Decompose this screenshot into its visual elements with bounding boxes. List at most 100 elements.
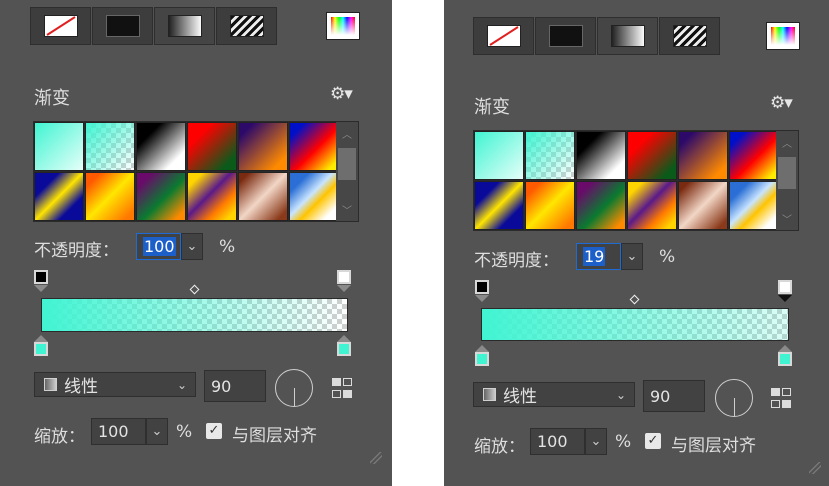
midpoint-diamond[interactable] (189, 284, 200, 295)
preset-swatch-chrome[interactable] (289, 172, 339, 221)
opacity-stop-right[interactable] (337, 270, 351, 284)
opacity-stop-left[interactable] (34, 270, 48, 284)
preset-swatch-copper[interactable] (678, 181, 728, 230)
gradient-fill-button[interactable] (597, 17, 658, 55)
preset-swatch-violet-orange[interactable] (238, 122, 288, 171)
preset-swatch-fill (239, 173, 287, 220)
color-picker-icon (331, 17, 355, 35)
scale-label: 缩放： (474, 437, 525, 457)
preset-swatch-chrome[interactable] (729, 181, 779, 230)
preset-swatch-aqua-white[interactable] (34, 122, 84, 171)
solid-fill-icon (105, 15, 140, 37)
preset-swatch-red-green[interactable] (187, 122, 237, 171)
preset-scrollbar[interactable]: ︿ ﹀ (336, 122, 358, 221)
opacity-stop-left-pointer (34, 285, 48, 292)
preset-swatch-aqua-white[interactable] (474, 131, 524, 180)
solid-fill-button[interactable] (535, 17, 596, 55)
scroll-down-icon[interactable]: ﹀ (336, 202, 358, 217)
angle-dial-icon[interactable] (275, 369, 313, 407)
preset-swatch-aqua-transparent[interactable] (525, 131, 575, 180)
preset-swatch-black-white[interactable] (576, 131, 626, 180)
section-title: 渐变 (474, 97, 510, 118)
preset-swatch-blue-yellow-blue[interactable] (34, 172, 84, 221)
scroll-up-icon[interactable]: ︿ (776, 135, 798, 150)
gear-icon[interactable]: ⚙▾ (770, 93, 793, 113)
preset-swatch-fill (679, 182, 727, 229)
color-picker-button[interactable] (766, 22, 800, 50)
opacity-input[interactable]: 19 (576, 243, 621, 270)
gradient-bar[interactable] (481, 308, 789, 341)
opacity-stop-right[interactable] (778, 280, 792, 294)
angle-input[interactable]: 90 (643, 380, 705, 412)
preset-swatch-violet-orange[interactable] (678, 131, 728, 180)
opacity-dropdown-button[interactable]: ⌄ (621, 243, 643, 270)
scroll-thumb[interactable] (338, 148, 356, 180)
opacity-dropdown-button[interactable]: ⌄ (181, 233, 203, 260)
scale-input[interactable]: 100 (530, 428, 585, 455)
pattern-fill-button[interactable] (216, 7, 277, 45)
preset-swatch-yellow-violet-orange[interactable] (627, 181, 677, 230)
opacity-input[interactable]: 100 (136, 233, 181, 260)
preset-swatch-violet-green-orange[interactable] (136, 172, 186, 221)
scroll-up-icon[interactable]: ︿ (336, 126, 358, 141)
resize-grip-icon[interactable] (809, 462, 821, 474)
align-checkbox[interactable]: ✓ (645, 433, 661, 449)
preset-scrollbar[interactable]: ︿ ﹀ (776, 131, 798, 230)
no-fill-icon (486, 25, 521, 47)
midpoint-diamond[interactable] (629, 294, 640, 305)
color-stop-right[interactable] (778, 352, 792, 366)
gear-icon[interactable]: ⚙▾ (330, 84, 353, 104)
align-icon[interactable] (330, 376, 354, 400)
angle-needle (294, 388, 295, 406)
no-fill-icon (43, 15, 78, 37)
scroll-thumb[interactable] (778, 157, 796, 189)
solid-fill-button[interactable] (92, 7, 153, 45)
preset-swatch-fill (526, 182, 574, 229)
color-picker-button[interactable] (326, 12, 360, 40)
preset-swatch-orange-yellow-orange[interactable] (85, 172, 135, 221)
resize-grip-icon[interactable] (370, 452, 382, 464)
preset-swatch-fill (35, 173, 83, 220)
preset-swatch-aqua-transparent[interactable] (85, 122, 135, 171)
preset-swatch-fill (730, 132, 778, 179)
angle-needle (734, 398, 735, 416)
color-stop-right-pointer (778, 345, 792, 352)
preset-swatch-blue-yellow-blue[interactable] (474, 181, 524, 230)
gradient-bar-fill (482, 309, 788, 340)
preset-swatch-yellow-violet-orange[interactable] (187, 172, 237, 221)
preset-swatch-black-white[interactable] (136, 122, 186, 171)
align-label: 与图层对齐 (671, 436, 756, 456)
angle-input[interactable]: 90 (204, 370, 266, 402)
no-fill-button[interactable] (30, 7, 91, 45)
preset-swatch-fill (239, 123, 287, 170)
color-stop-right[interactable] (337, 342, 351, 356)
gradient-bar[interactable] (41, 298, 348, 332)
scale-input[interactable]: 100 (91, 418, 146, 445)
opacity-stop-left[interactable] (475, 280, 489, 294)
scroll-down-icon[interactable]: ﹀ (776, 211, 798, 226)
gradient-style-select[interactable]: 线性 ⌄ (473, 382, 635, 407)
gradient-fill-button[interactable] (154, 7, 215, 45)
align-checkbox[interactable]: ✓ (206, 423, 222, 439)
preset-swatch-violet-green-orange[interactable] (576, 181, 626, 230)
preset-swatch-copper[interactable] (238, 172, 288, 221)
no-fill-button[interactable] (473, 17, 534, 55)
preset-swatch-blue-red-yellow[interactable] (289, 122, 339, 171)
opacity-unit: % (659, 247, 676, 267)
preset-swatch-red-green[interactable] (627, 131, 677, 180)
section-title: 渐变 (34, 88, 70, 109)
align-icon[interactable] (769, 386, 793, 410)
preset-swatch-blue-red-yellow[interactable] (729, 131, 779, 180)
preset-swatch-fill (290, 123, 338, 170)
angle-dial-icon[interactable] (715, 379, 753, 417)
scale-dropdown-button[interactable]: ⌄ (585, 428, 607, 455)
opacity-stop-left-pointer (475, 295, 489, 302)
gradient-style-select[interactable]: 线性 ⌄ (34, 372, 196, 397)
scale-dropdown-button[interactable]: ⌄ (146, 418, 168, 445)
scale-unit: % (176, 422, 193, 442)
pattern-fill-button[interactable] (659, 17, 720, 55)
gradient-bar-fill (42, 299, 347, 331)
color-stop-left[interactable] (34, 342, 48, 356)
color-stop-left[interactable] (475, 352, 489, 366)
preset-swatch-orange-yellow-orange[interactable] (525, 181, 575, 230)
